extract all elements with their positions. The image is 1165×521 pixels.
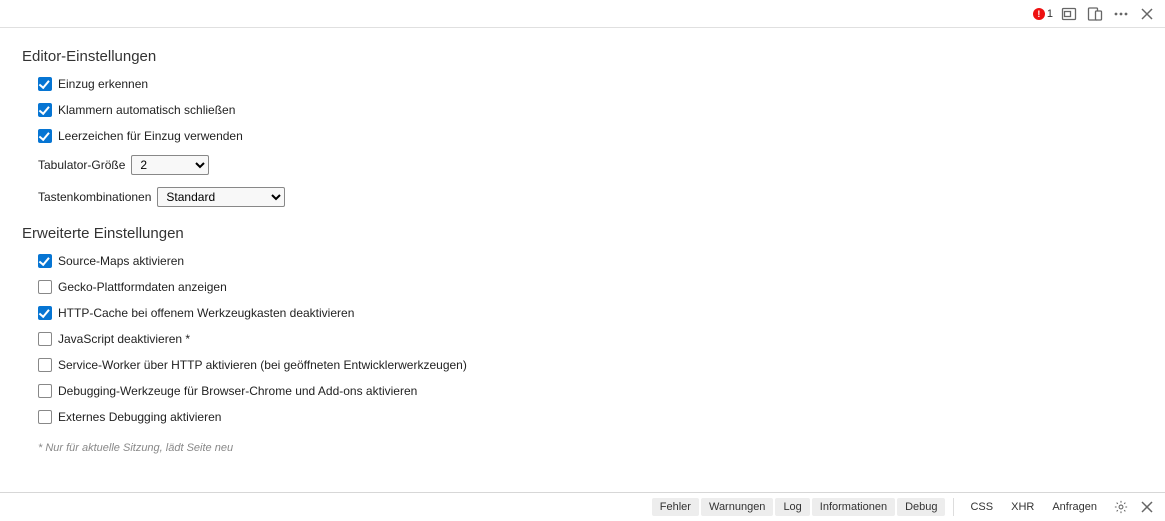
settings-gear-icon[interactable] — [1111, 497, 1131, 517]
keybindings-select[interactable]: Standard — [157, 187, 285, 207]
service-worker-checkbox[interactable] — [38, 358, 52, 372]
responsive-mode-icon[interactable] — [1085, 4, 1105, 24]
tab-size-select[interactable]: 2 — [131, 155, 209, 175]
filter-requests-button[interactable]: Anfragen — [1044, 498, 1105, 516]
filter-xhr-button[interactable]: XHR — [1003, 498, 1042, 516]
http-cache-checkbox[interactable] — [38, 306, 52, 320]
keybindings-label: Tastenkombinationen — [38, 190, 151, 204]
detect-indent-checkbox[interactable] — [38, 77, 52, 91]
autoclose-brackets-label: Klammern automatisch schließen — [58, 103, 235, 117]
close-icon[interactable] — [1137, 4, 1157, 24]
devtools-topbar: ! 1 — [0, 0, 1165, 28]
filter-warnings-button[interactable]: Warnungen — [701, 498, 773, 516]
use-spaces-checkbox[interactable] — [38, 129, 52, 143]
use-spaces-label: Leerzeichen für Einzug verwenden — [58, 129, 243, 143]
advanced-settings-heading: Erweiterte Einstellungen — [22, 225, 1143, 242]
console-filter-bar: Fehler Warnungen Log Informationen Debug… — [0, 492, 1165, 521]
filter-info-button[interactable]: Informationen — [812, 498, 895, 516]
filter-errors-button[interactable]: Fehler — [652, 498, 699, 516]
filter-debug-button[interactable]: Debug — [897, 498, 945, 516]
session-footnote: * Nur für aktuelle Sitzung, lädt Seite n… — [22, 442, 1143, 454]
filter-css-button[interactable]: CSS — [962, 498, 1001, 516]
detect-indent-label: Einzug erkennen — [58, 77, 148, 91]
disable-js-checkbox[interactable] — [38, 332, 52, 346]
remote-debug-label: Externes Debugging aktivieren — [58, 410, 221, 424]
source-maps-label: Source-Maps aktivieren — [58, 254, 184, 268]
error-count-badge[interactable]: ! 1 — [1033, 8, 1053, 20]
gecko-platform-label: Gecko-Plattformdaten anzeigen — [58, 280, 227, 294]
filter-separator — [953, 498, 954, 516]
kebab-menu-icon[interactable] — [1111, 4, 1131, 24]
filter-log-button[interactable]: Log — [775, 498, 809, 516]
tab-size-label: Tabulator-Größe — [38, 158, 125, 172]
disable-js-label: JavaScript deaktivieren * — [58, 332, 190, 346]
iframe-picker-icon[interactable] — [1059, 4, 1079, 24]
settings-panel: Editor-Einstellungen Einzug erkennen Kla… — [0, 28, 1165, 492]
service-worker-label: Service-Worker über HTTP aktivieren (bei… — [58, 358, 467, 372]
autoclose-brackets-checkbox[interactable] — [38, 103, 52, 117]
http-cache-label: HTTP-Cache bei offenem Werkzeugkasten de… — [58, 306, 354, 320]
editor-settings-group: Einzug erkennen Klammern automatisch sch… — [22, 77, 1143, 207]
gecko-platform-checkbox[interactable] — [38, 280, 52, 294]
source-maps-checkbox[interactable] — [38, 254, 52, 268]
close-console-icon[interactable] — [1137, 497, 1157, 517]
advanced-settings-group: Source-Maps aktivieren Gecko-Plattformda… — [22, 254, 1143, 424]
remote-debug-checkbox[interactable] — [38, 410, 52, 424]
chrome-debug-label: Debugging-Werkzeuge für Browser-Chrome u… — [58, 384, 417, 398]
editor-settings-heading: Editor-Einstellungen — [22, 48, 1143, 65]
chrome-debug-checkbox[interactable] — [38, 384, 52, 398]
error-count: 1 — [1047, 8, 1053, 20]
error-icon: ! — [1033, 8, 1045, 20]
